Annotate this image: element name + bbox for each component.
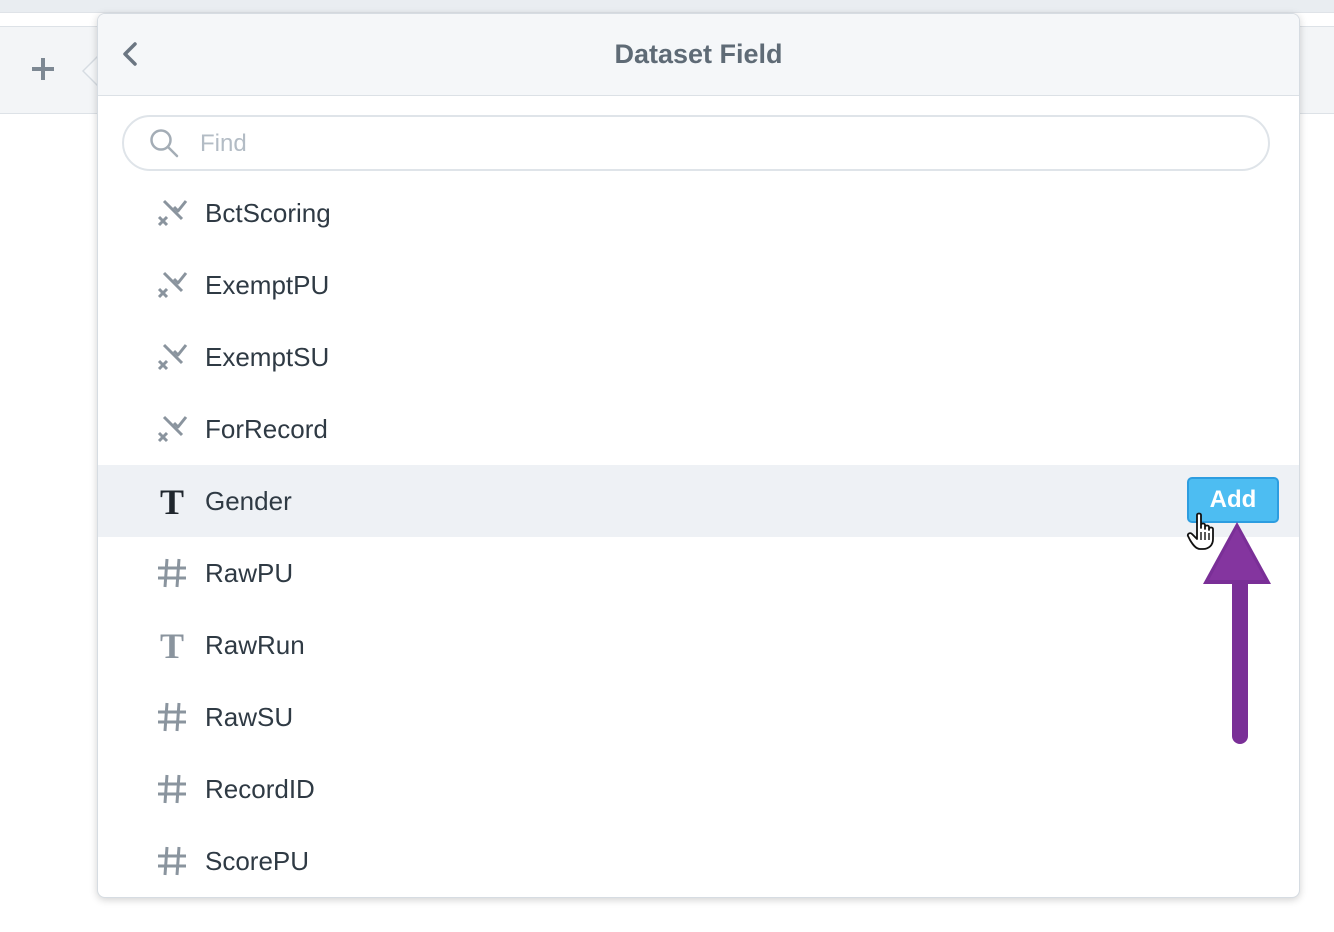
field-row-rawrun[interactable]: T RawRun	[98, 609, 1299, 681]
field-row-rawpu[interactable]: RawPU	[98, 537, 1299, 609]
field-row-rawsu[interactable]: RawSU	[98, 681, 1299, 753]
annotation-arrow-icon	[1203, 522, 1271, 744]
field-row-scorepu[interactable]: ScorePU	[98, 825, 1299, 897]
svg-text:T: T	[160, 629, 184, 661]
field-row-exemptsu[interactable]: ExemptSU	[98, 321, 1299, 393]
top-bar	[0, 0, 1334, 13]
number-hash-icon	[158, 702, 186, 732]
field-row-forrecord[interactable]: ForRecord	[98, 393, 1299, 465]
svg-text:T: T	[160, 485, 184, 517]
search-icon	[150, 129, 179, 158]
field-label: ExemptSU	[205, 342, 330, 372]
field-row-exemptpu[interactable]: ExemptPU	[98, 249, 1299, 321]
boolean-icon	[157, 343, 188, 371]
add-item-button[interactable]	[26, 52, 60, 86]
popover-header: Dataset Field	[98, 14, 1299, 96]
field-row-bctscoring[interactable]: BctScoring	[98, 177, 1299, 249]
field-label: RawSU	[205, 702, 294, 732]
number-hash-icon	[158, 846, 186, 876]
plus-icon	[32, 58, 54, 80]
back-button[interactable]	[116, 38, 146, 70]
field-label: Gender	[205, 486, 292, 516]
field-row-gender[interactable]: T Gender Add	[98, 465, 1299, 537]
field-label: RawPU	[205, 558, 294, 588]
chevron-left-icon	[123, 42, 137, 66]
field-label: BctScoring	[205, 198, 331, 228]
number-hash-icon	[158, 774, 186, 804]
field-label: RecordID	[205, 774, 315, 804]
dataset-field-popover: Dataset Field BctScoring	[97, 13, 1300, 898]
number-hash-icon	[158, 558, 186, 588]
hand-cursor-icon	[1186, 512, 1214, 550]
field-label: ScorePU	[205, 846, 310, 876]
field-label: ExemptPU	[205, 270, 330, 300]
text-type-icon: T	[160, 485, 184, 517]
field-label: ForRecord	[205, 414, 328, 444]
boolean-icon	[157, 271, 188, 299]
boolean-icon	[157, 199, 188, 227]
text-type-icon: T	[160, 629, 184, 661]
search-box	[122, 115, 1270, 171]
field-label: RawRun	[205, 630, 305, 660]
boolean-icon	[157, 415, 188, 443]
field-list: BctScoring ExemptPU ExemptSU ForRecord T…	[98, 177, 1299, 897]
field-row-recordid[interactable]: RecordID	[98, 753, 1299, 825]
search-input[interactable]	[198, 123, 1242, 165]
popover-title: Dataset Field	[614, 39, 783, 69]
